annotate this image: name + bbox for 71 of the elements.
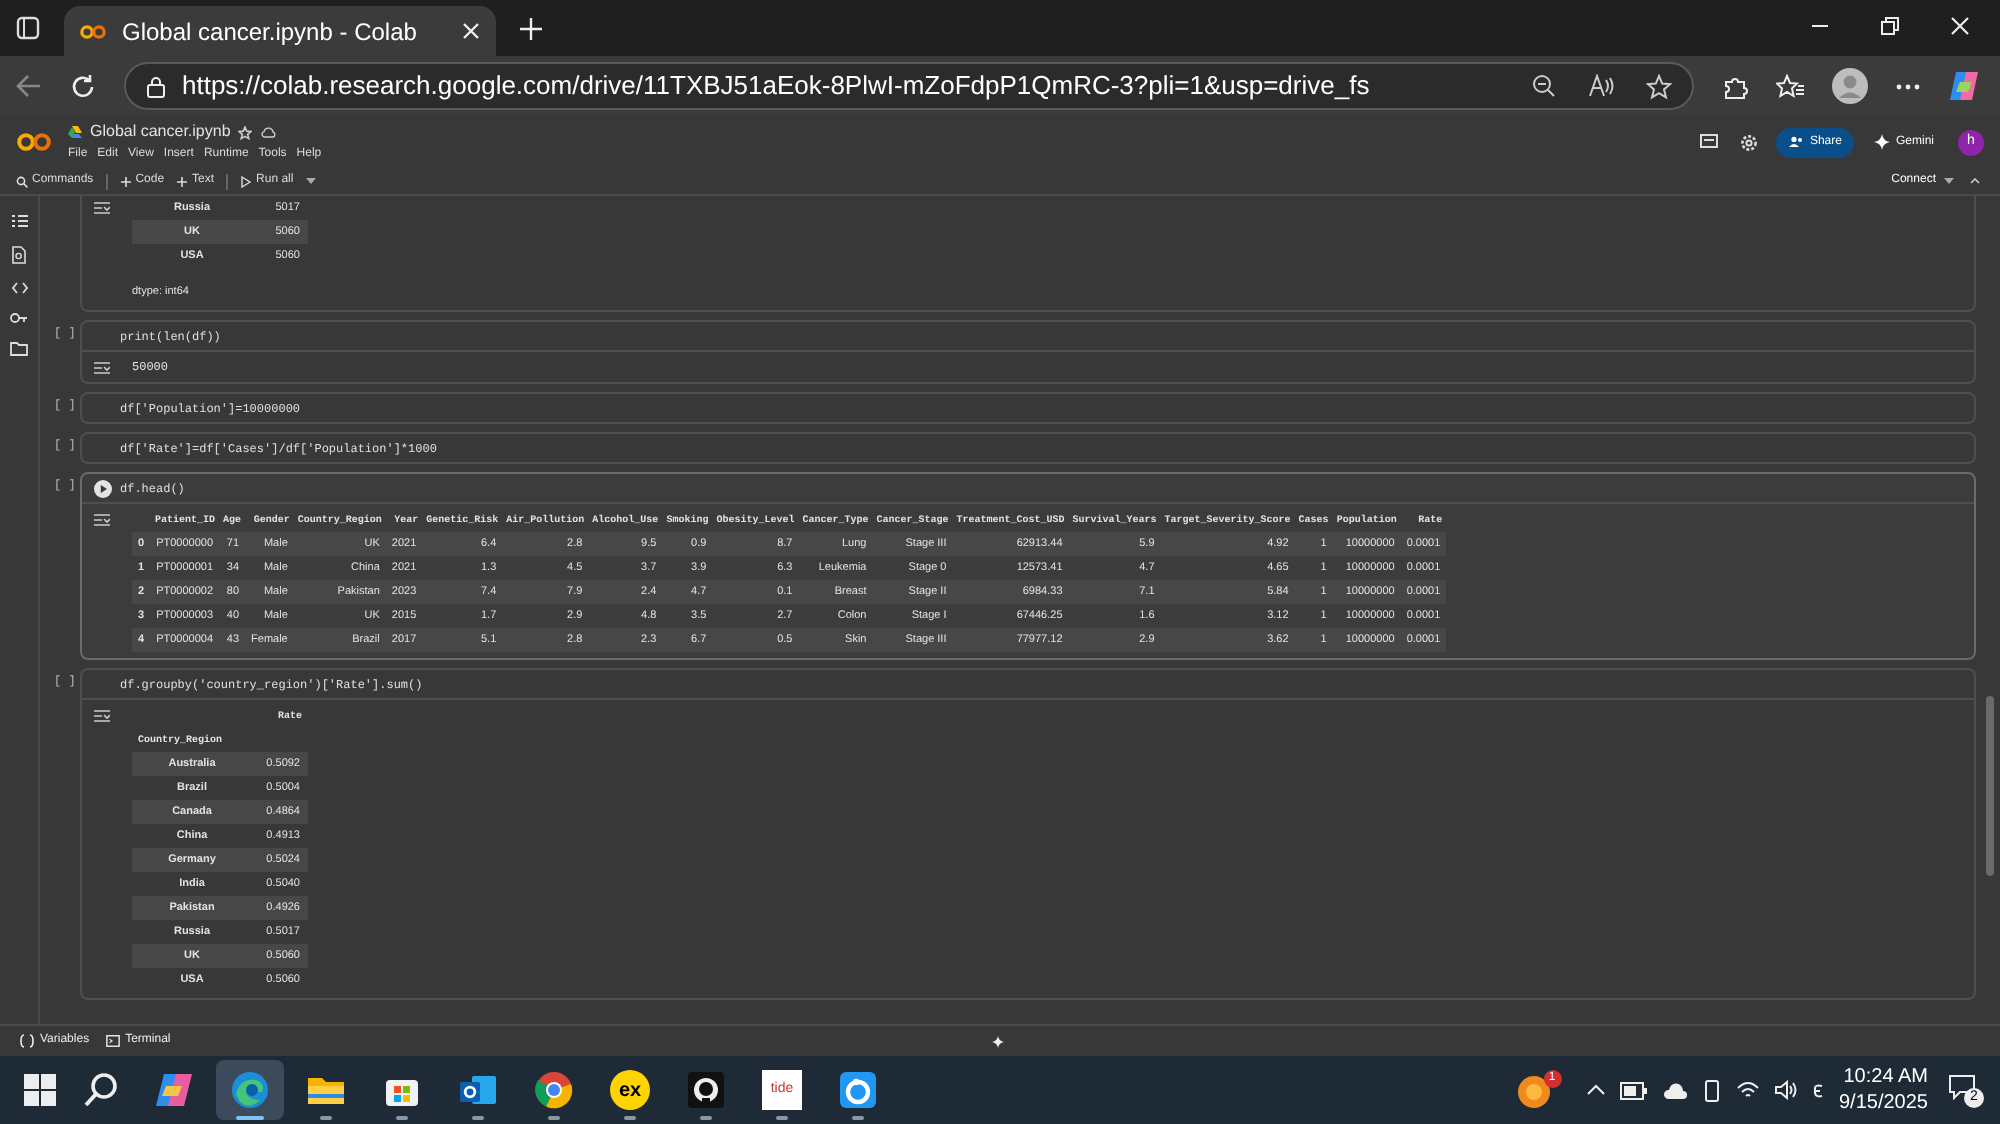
play-icon xyxy=(240,175,253,187)
people-icon xyxy=(1787,136,1804,148)
terminal-icon xyxy=(105,1034,120,1048)
taskbar-app[interactable]: ex xyxy=(596,1060,664,1120)
input-method-icon[interactable] xyxy=(1811,1081,1823,1099)
colab-logo-icon xyxy=(80,23,106,39)
chrome-icon xyxy=(534,1070,574,1110)
collapse-icon[interactable] xyxy=(1970,178,1980,184)
cloud-icon[interactable] xyxy=(1661,1081,1687,1099)
lock-icon xyxy=(146,75,166,97)
close-icon[interactable] xyxy=(462,22,480,40)
copilot-icon xyxy=(154,1070,194,1110)
github-icon xyxy=(686,1070,726,1110)
favorites-icon[interactable] xyxy=(1776,73,1804,99)
extensions-icon[interactable] xyxy=(1722,73,1748,99)
new-tab-icon[interactable] xyxy=(520,18,542,40)
close-icon[interactable] xyxy=(1950,16,1970,36)
cloud-icon xyxy=(260,126,277,138)
dropdown-caret-icon[interactable] xyxy=(1944,178,1954,184)
plus-icon xyxy=(176,175,189,187)
output-toggle-icon[interactable] xyxy=(94,710,110,725)
clock-time[interactable]: 10:24 AM xyxy=(1843,1064,1928,1090)
url-text: https://colab.research.google.com/drive/11TXBJ51aEok-8PlwI-mZoFdpP1QmRC-3?pli=1&usp=drive_fs xyxy=(182,68,1372,105)
zoom-out-icon[interactable] xyxy=(1532,74,1556,98)
plus-icon xyxy=(119,175,132,187)
settings-icon[interactable] xyxy=(1739,133,1758,151)
scrollbar[interactable] xyxy=(1986,696,1994,876)
sparkle-icon[interactable] xyxy=(992,1036,1004,1048)
more-icon[interactable] xyxy=(1896,83,1920,89)
reload-icon[interactable] xyxy=(70,73,96,99)
sparkle-icon xyxy=(1873,134,1890,150)
key-icon[interactable] xyxy=(10,312,28,324)
drive-icon xyxy=(68,126,82,138)
read-aloud-icon[interactable] xyxy=(1588,74,1614,98)
ring-app-icon xyxy=(838,1070,878,1110)
colab-logo-icon[interactable] xyxy=(16,132,52,152)
output-toggle-icon[interactable] xyxy=(94,362,110,377)
output-toggle-icon[interactable] xyxy=(94,202,110,216)
star-icon[interactable] xyxy=(1646,73,1672,99)
dropdown-caret-icon[interactable] xyxy=(305,178,316,184)
table-of-contents-icon[interactable] xyxy=(11,214,27,228)
copilot-icon[interactable] xyxy=(1948,70,1980,102)
volume-icon[interactable] xyxy=(1773,1080,1797,1100)
profile-avatar-icon[interactable] xyxy=(1832,68,1868,104)
folder-icon[interactable] xyxy=(10,342,28,356)
output-toggle-icon[interactable] xyxy=(94,514,110,529)
battery-icon[interactable] xyxy=(1619,1081,1647,1099)
back-icon[interactable] xyxy=(16,74,42,98)
notifications-icon[interactable] xyxy=(1948,1074,1976,1100)
mail-icon xyxy=(458,1070,498,1110)
edge-browser-icon xyxy=(230,1070,270,1110)
notebook-title[interactable]: Global cancer.ipynb xyxy=(90,120,231,144)
phone-link-icon[interactable] xyxy=(1701,1079,1721,1101)
chevron-up-icon[interactable] xyxy=(1585,1084,1605,1096)
document-search-icon[interactable] xyxy=(12,246,26,264)
tab-actions-icon[interactable] xyxy=(16,16,40,40)
comments-icon[interactable] xyxy=(1699,134,1718,150)
app-tray-icon[interactable] xyxy=(1517,1076,1549,1108)
restore-icon[interactable] xyxy=(1880,16,1900,36)
run-cell-button[interactable] xyxy=(94,479,112,498)
tab-title: Global cancer.ipynb - Colab xyxy=(122,15,419,49)
search-icon xyxy=(16,175,28,187)
code-icon[interactable] xyxy=(11,282,27,294)
windows-start-icon[interactable] xyxy=(24,1074,56,1106)
star-icon[interactable] xyxy=(238,125,253,139)
search-icon[interactable] xyxy=(84,1072,120,1108)
wifi-icon[interactable] xyxy=(1735,1080,1759,1100)
clock-date[interactable]: 9/15/2025 xyxy=(1839,1090,1928,1116)
braces-icon xyxy=(20,1034,34,1048)
address-bar[interactable]: https://colab.research.google.com/drive/11TXBJ51aEok-8PlwI-mZoFdpP1QmRC-3?pli=1&usp=drive_fs xyxy=(124,62,1694,110)
browser-tab[interactable]: Global cancer.ipynb - Colab xyxy=(64,6,496,56)
